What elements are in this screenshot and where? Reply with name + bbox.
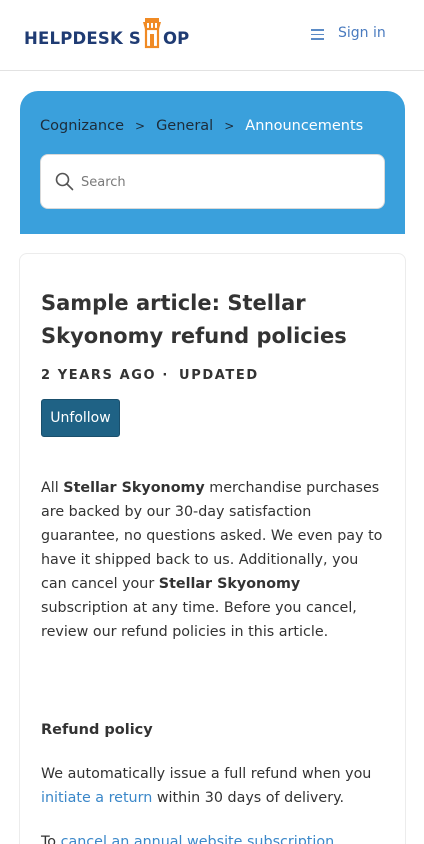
- article-updated: UPDATED: [179, 368, 259, 383]
- brand-name-bold: Stellar Skyonomy: [63, 480, 205, 496]
- site-header: HELPDESK S OP Sign in: [0, 0, 424, 71]
- intro-text-1: All: [41, 480, 64, 496]
- logo-text-right: OP: [162, 28, 190, 48]
- article-title: Sample article: Stellar Skyonomy refund …: [41, 291, 347, 348]
- article-meta: 2 YEARS AGO · UPDATED: [41, 368, 259, 383]
- shop-stall-icon: [142, 17, 162, 51]
- cancel-text-1: To: [41, 834, 61, 844]
- cancel-subscription-link[interactable]: cancel an annual website subscription: [61, 834, 335, 844]
- refund-policy-heading: Refund policy: [41, 722, 153, 738]
- sign-in-link[interactable]: Sign in: [338, 25, 386, 41]
- initiate-return-link[interactable]: initiate a return: [41, 790, 152, 806]
- refund-text-1: We automatically issue a full refund whe…: [41, 766, 372, 782]
- chevron-right-icon: >: [135, 119, 146, 133]
- search-input[interactable]: [81, 169, 371, 195]
- article-intro-paragraph: All Stellar Skyonomy merchandise purchas…: [41, 476, 386, 644]
- refund-policy-paragraph: We automatically issue a full refund whe…: [41, 762, 391, 810]
- logo-text-left: HELPDESK S: [24, 28, 141, 48]
- breadcrumb-item-announcements[interactable]: Announcements: [245, 118, 363, 134]
- breadcrumb: Cognizance > General > Announcements: [40, 118, 363, 134]
- search-icon: [55, 172, 74, 191]
- article-card: Sample article: Stellar Skyonomy refund …: [19, 253, 406, 844]
- breadcrumb-item-general[interactable]: General: [156, 118, 213, 134]
- article-age: 2 YEARS AGO: [41, 368, 157, 383]
- brand-name-bold: Stellar Skyonomy: [158, 576, 301, 592]
- search-box[interactable]: [40, 154, 385, 209]
- meta-separator: ·: [162, 368, 169, 383]
- unfollow-button[interactable]: Unfollow: [41, 399, 120, 437]
- helpdesk-shop-logo[interactable]: HELPDESK S OP: [24, 17, 189, 51]
- hero-banner: Cognizance > General > Announcements: [20, 91, 405, 234]
- breadcrumb-item-cognizance[interactable]: Cognizance: [40, 118, 124, 134]
- refund-text-2: within 30 days of delivery.: [152, 790, 345, 806]
- chevron-right-icon: >: [224, 119, 235, 133]
- cancel-subscription-paragraph: To cancel an annual website subscription: [41, 830, 391, 844]
- hamburger-menu-icon[interactable]: [311, 29, 325, 40]
- intro-text-3: subscription at any time. Before you can…: [41, 600, 357, 640]
